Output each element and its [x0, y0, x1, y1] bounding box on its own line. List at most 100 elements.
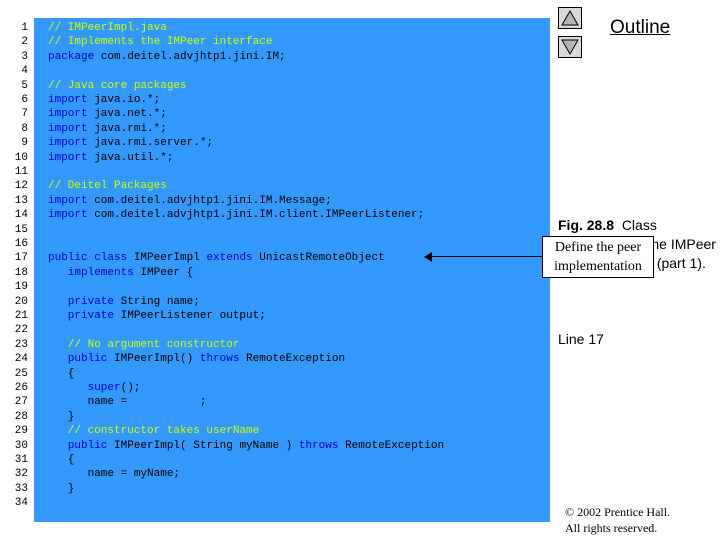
code-token: implements [48, 266, 134, 279]
code-token: com.deitel.advjhtp1.jini.IM; [94, 50, 286, 63]
code-line: public IMPeerImpl() throws RemoteExcepti… [48, 352, 345, 366]
line-number: 8 [21, 122, 28, 135]
code-token: public [48, 439, 108, 452]
copyright-line-1: © 2002 Prentice Hall. [565, 505, 671, 519]
line-number: 7 [21, 108, 28, 121]
code-token: import [48, 122, 88, 135]
line-number: 18 [14, 266, 28, 279]
line-number: 16 [14, 238, 28, 250]
line-number: 26 [14, 382, 28, 394]
code-token: import [48, 194, 88, 207]
code-token: public [48, 353, 108, 366]
code-line: name = myName; [48, 467, 180, 481]
line-number: 11 [14, 166, 28, 178]
code-token: private [48, 295, 115, 308]
line-number: 30 [14, 439, 28, 452]
code-token: // Java core packages [48, 79, 187, 92]
code-token: java.rmi.server.*; [87, 137, 214, 150]
nav-down-button[interactable] [558, 36, 582, 58]
line-number: 14 [14, 209, 28, 222]
code-token: super [48, 382, 121, 394]
outline-link[interactable]: Outline [610, 17, 670, 39]
code-token: IMPeerImpl() [107, 353, 200, 366]
code-token: throws [298, 439, 339, 452]
line-number: 19 [14, 281, 28, 294]
line-number: 12 [14, 180, 28, 193]
code-line: implements IMPeer { [48, 266, 193, 280]
code-line: import java.io.*; [48, 93, 160, 107]
nav-up-button[interactable] [558, 7, 582, 29]
code-line: // No argument constructor [48, 338, 240, 352]
line-reference: Line 17 [558, 331, 604, 347]
line-number: 23 [14, 338, 28, 351]
line-number: 24 [14, 353, 28, 366]
code-token: { [48, 367, 75, 380]
code-token: IMPeerImpl [127, 252, 207, 265]
code-line: import java.rmi.*; [48, 122, 167, 136]
figure-label: Fig. 28.8 [558, 217, 615, 233]
code-line: } [48, 410, 75, 424]
code-token: throws [199, 353, 240, 366]
code-line: import com.deitel.advjhtp1.jini.IM.clien… [48, 208, 424, 222]
code-token: UnicastRemoteObject [252, 252, 385, 265]
code-token: // constructor takes userName [48, 425, 260, 438]
line-number: 27 [14, 396, 28, 409]
code-token: extends [206, 252, 253, 265]
code-token: import [48, 151, 88, 164]
code-token: java.util.*; [87, 151, 174, 164]
code-token: String name; [114, 295, 200, 308]
code-token: { [48, 454, 75, 466]
callout-box: Define the peer implementation [542, 236, 654, 278]
code-token: java.io.*; [87, 94, 161, 106]
line-number: 10 [14, 151, 28, 164]
line-number: 33 [14, 482, 28, 495]
up-triangle-icon [561, 9, 579, 26]
code-token: com.deitel.advjhtp1.jini.IM.client.IMPee… [87, 209, 425, 222]
line-number: 31 [14, 454, 28, 466]
code-token: name = ; [48, 396, 207, 409]
code-line: // IMPeerImpl.java [48, 21, 167, 35]
line-number: 2 [21, 36, 28, 49]
code-line: // constructor takes userName [48, 424, 259, 438]
code-token: java.rmi.*; [87, 122, 167, 135]
line-number: 4 [21, 65, 28, 78]
line-number: 20 [14, 295, 28, 308]
code-line: { [48, 367, 75, 381]
code-token: IMPeerListener output; [114, 310, 266, 322]
code-line: super(); [48, 381, 141, 395]
line-number: 21 [14, 310, 28, 322]
code-token: RemoteException [338, 439, 445, 452]
code-token: IMPeer { [133, 266, 194, 279]
line-number: 5 [21, 79, 28, 92]
line-number: 25 [14, 367, 28, 380]
code-line: name = ; [48, 395, 207, 409]
code-line: import java.util.*; [48, 151, 173, 165]
line-number: 22 [14, 324, 28, 337]
code-token: package [48, 50, 95, 63]
code-token: // IMPeerImpl.java [48, 22, 167, 34]
line-number: 1 [21, 22, 28, 34]
code-token: (); [120, 382, 141, 394]
code-line: private String name; [48, 295, 200, 309]
code-line: } [48, 482, 75, 496]
code-line: // Implements the IMPeer interface [48, 35, 272, 49]
down-triangle-icon [561, 39, 579, 56]
code-line: // Deitel Packages [48, 179, 167, 193]
code-line: import com.deitel.advjhtp1.jini.IM.Messa… [48, 194, 332, 208]
line-number: 3 [21, 50, 28, 63]
code-line: import java.rmi.server.*; [48, 136, 213, 150]
code-line: public class IMPeerImpl extends UnicastR… [48, 251, 385, 265]
line-number: 29 [14, 425, 28, 438]
copyright-line-2: All rights reserved. [565, 521, 658, 535]
line-number: 32 [14, 468, 28, 481]
line-number: 15 [14, 223, 28, 236]
callout-arrow-line [430, 256, 542, 257]
line-number: 17 [14, 252, 28, 265]
code-token: // Implements the IMPeer interface [48, 36, 273, 49]
code-token: import [48, 94, 88, 106]
line-number: 6 [21, 94, 28, 106]
code-line: // Java core packages [48, 79, 187, 93]
code-token: private [48, 310, 115, 322]
code-line: import java.net.*; [48, 107, 167, 121]
code-line: public IMPeerImpl( String myName ) throw… [48, 439, 444, 453]
